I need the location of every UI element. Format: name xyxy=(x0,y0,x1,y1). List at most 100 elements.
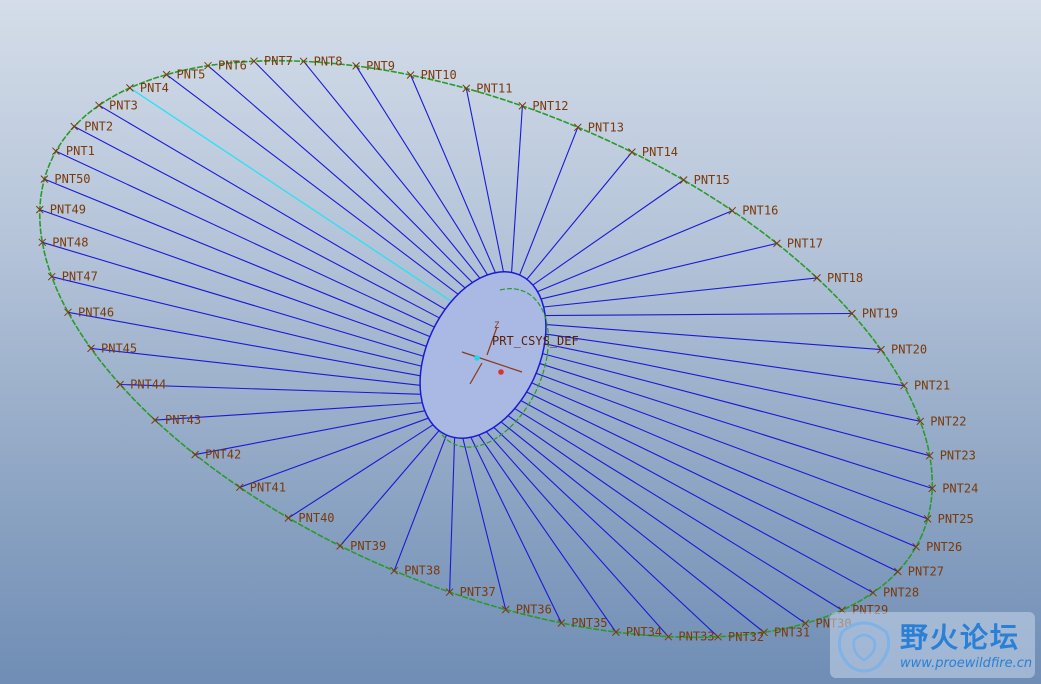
point-label: PNT15 xyxy=(694,173,730,187)
datum-point-pnt18[interactable]: PNT18 xyxy=(813,271,864,285)
point-label: PNT13 xyxy=(588,120,624,134)
point-label: PNT41 xyxy=(250,480,286,494)
point-label: PNT1 xyxy=(66,144,95,158)
spoke-pnt37[interactable] xyxy=(449,431,456,593)
spoke-pnt48[interactable] xyxy=(42,241,428,358)
point-label: PNT33 xyxy=(678,630,714,644)
watermark-title: 野火论坛 xyxy=(900,621,1021,654)
datum-point-pnt11[interactable]: PNT11 xyxy=(462,81,513,95)
datum-point-pnt12[interactable]: PNT12 xyxy=(518,99,569,113)
point-label: PNT4 xyxy=(140,81,169,95)
point-label: PNT26 xyxy=(926,540,962,554)
spoke-pnt25[interactable] xyxy=(532,371,928,520)
point-label: PNT38 xyxy=(404,564,440,578)
spoke-pnt16[interactable] xyxy=(532,210,733,295)
csys-label[interactable]: PRT_CSYS_DEF xyxy=(492,334,579,348)
point-label: PNT24 xyxy=(942,481,978,495)
spoke-pnt49[interactable] xyxy=(39,209,431,349)
spoke-pnt40[interactable] xyxy=(288,421,439,519)
spoke-pnt13[interactable] xyxy=(516,127,579,281)
datum-point-pnt3[interactable]: PNT3 xyxy=(95,98,138,112)
spoke-pnt6[interactable] xyxy=(207,65,469,292)
point-label: PNT2 xyxy=(84,120,113,134)
datum-point-pnt10[interactable]: PNT10 xyxy=(406,68,457,82)
model-viewport[interactable]: Z PRT_CSYS_DEF PNT1 PNT2 PNT3PNT4 PNT5 PNT6 P… xyxy=(0,0,1041,684)
point-label: PNT11 xyxy=(476,81,512,95)
point-label: PNT7 xyxy=(264,54,293,68)
spoke-pnt3[interactable] xyxy=(98,104,449,312)
flame-logo-icon xyxy=(837,621,891,673)
point-label: PNT47 xyxy=(62,270,98,284)
point-label: PNT22 xyxy=(930,414,966,428)
spoke-pnt20[interactable] xyxy=(541,323,882,351)
spoke-pnt29[interactable] xyxy=(510,405,843,611)
point-label: PNT19 xyxy=(862,307,898,321)
datum-point-pnt42[interactable]: PNT42 xyxy=(191,448,242,462)
spoke-pnt5[interactable] xyxy=(166,74,462,298)
datum-point-pnt49[interactable]: PNT49 xyxy=(35,203,86,217)
spoke-pnt12[interactable] xyxy=(510,105,523,279)
datum-point-pnt6[interactable]: PNT6 xyxy=(204,59,247,73)
datum-point-pnt17[interactable]: PNT17 xyxy=(773,236,823,250)
point-label: PNT12 xyxy=(532,99,568,113)
point-label: PNT49 xyxy=(50,203,86,217)
spoke-pnt14[interactable] xyxy=(522,151,633,285)
datum-point-pnt50[interactable]: PNT50 xyxy=(40,172,91,186)
csys-point-marker xyxy=(498,369,504,375)
spoke-pnt2[interactable] xyxy=(73,126,444,321)
datum-point-pnt22[interactable]: PNT22 xyxy=(916,414,967,428)
datum-point-pnt21[interactable]: PNT21 xyxy=(900,379,951,393)
spoke-pnt36[interactable] xyxy=(460,432,507,610)
datum-point-pnt15[interactable]: PNT15 xyxy=(679,173,730,187)
spoke-pnt31[interactable] xyxy=(497,418,765,633)
spoke-pnt7[interactable] xyxy=(253,60,477,287)
spoke-pnt30[interactable] xyxy=(504,412,806,624)
datum-point-pnt37[interactable]: PNT37 xyxy=(445,585,496,599)
datum-point-pnt40[interactable]: PNT40 xyxy=(284,511,335,525)
spoke-pnt26[interactable] xyxy=(527,380,917,548)
csys-origin-marker xyxy=(474,355,480,361)
point-label: PNT20 xyxy=(891,343,927,357)
datum-point-pnt26[interactable]: PNT26 xyxy=(912,540,963,554)
point-label: PNT9 xyxy=(366,59,395,73)
spoke-pnt23[interactable] xyxy=(538,352,930,457)
datum-point-pnt28[interactable]: PNT28 xyxy=(869,586,920,600)
forum-watermark: 野火论坛 www.proewildfire.cn xyxy=(830,612,1035,678)
spoke-pnt41[interactable] xyxy=(239,415,434,488)
point-label: PNT28 xyxy=(883,586,919,600)
datum-point-pnt41[interactable]: PNT41 xyxy=(235,480,286,494)
point-label: PNT39 xyxy=(350,539,386,553)
spoke-pnt1[interactable] xyxy=(55,150,439,330)
spoke-pnt28[interactable] xyxy=(517,398,874,594)
datum-point-pnt48[interactable]: PNT48 xyxy=(38,235,89,249)
spoke-pnt21[interactable] xyxy=(541,332,905,387)
datum-point-pnt38[interactable]: PNT38 xyxy=(390,564,441,578)
spoke-pnt33[interactable] xyxy=(482,427,669,638)
spoke-pnt19[interactable] xyxy=(540,312,852,317)
spoke-pnt9[interactable] xyxy=(355,65,491,280)
datum-point-pnt23[interactable]: PNT23 xyxy=(925,449,976,463)
datum-point-pnt36[interactable]: PNT36 xyxy=(501,603,552,617)
datum-point-pnt14[interactable]: PNT14 xyxy=(628,145,678,159)
point-label: PNT42 xyxy=(205,448,241,462)
point-label: PNT27 xyxy=(908,565,944,579)
datum-point-pnt47[interactable]: PNT47 xyxy=(47,270,98,284)
spoke-pnt15[interactable] xyxy=(527,179,684,289)
point-label: PNT35 xyxy=(571,616,607,630)
point-label: PNT43 xyxy=(165,413,201,427)
point-label: PNT50 xyxy=(54,172,90,186)
point-label: PNT37 xyxy=(460,585,496,599)
datum-point-pnt25[interactable]: PNT25 xyxy=(923,512,974,526)
spoke-pnt4[interactable] xyxy=(129,87,456,305)
datum-point-pnt46[interactable]: PNT46 xyxy=(64,305,115,319)
point-label: PNT32 xyxy=(728,630,764,644)
spoke-pnt18[interactable] xyxy=(538,277,818,309)
spoke-pnt39[interactable] xyxy=(339,425,444,547)
datum-point-pnt16[interactable]: PNT16 xyxy=(728,204,779,218)
datum-point-pnt2[interactable]: PNT2 xyxy=(70,120,113,134)
datum-point-pnt13[interactable]: PNT13 xyxy=(573,120,624,134)
spoke-pnt17[interactable] xyxy=(535,242,778,301)
datum-point-pnt24[interactable]: PNT24 xyxy=(928,481,979,495)
datum-point-pnt4[interactable]: PNT4 xyxy=(126,81,169,95)
point-label: PNT10 xyxy=(421,68,457,82)
